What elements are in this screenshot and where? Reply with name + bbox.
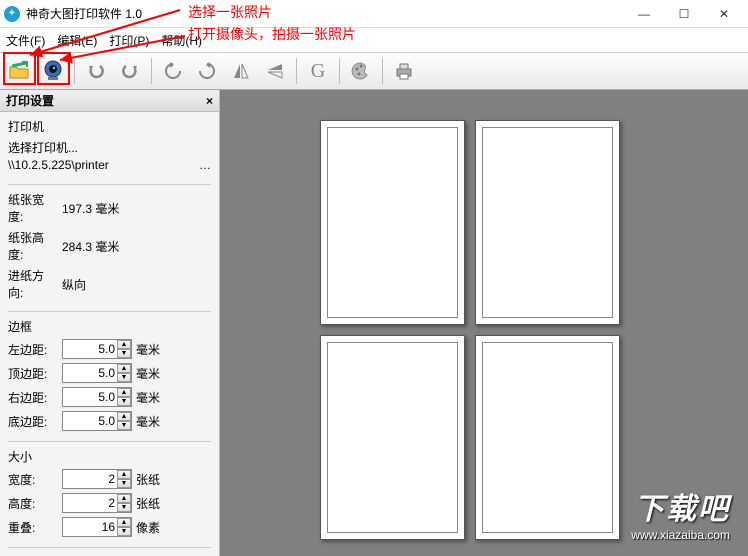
grayscale-button[interactable]: G	[303, 56, 333, 86]
preview-page-1[interactable]	[320, 120, 465, 325]
minimize-button[interactable]: —	[624, 1, 664, 27]
size-section-label: 大小	[8, 448, 211, 465]
printer-section-label: 打印机	[8, 118, 211, 135]
watermark: 下载吧 www.xiazaiba.com	[631, 484, 730, 542]
flip-v-icon	[265, 61, 285, 81]
panel-close-button[interactable]: ×	[206, 94, 213, 108]
camera-button[interactable]	[38, 56, 68, 86]
folder-open-icon	[8, 60, 30, 82]
border-section-label: 边框	[8, 318, 211, 335]
spin-up[interactable]: ▲	[117, 364, 131, 373]
right-margin-label: 右边距:	[8, 389, 58, 406]
webcam-icon	[42, 60, 64, 82]
spin-up[interactable]: ▲	[117, 388, 131, 397]
menu-edit[interactable]: 编辑(E)	[57, 32, 97, 49]
open-image-button[interactable]	[4, 56, 34, 86]
spin-down[interactable]: ▼	[117, 373, 131, 382]
overlap-label: 重叠:	[8, 519, 58, 536]
spin-up[interactable]: ▲	[117, 494, 131, 503]
preview-page-3[interactable]	[320, 335, 465, 540]
window-title: 神奇大图打印软件 1.0	[26, 5, 624, 22]
printer-icon	[394, 61, 414, 81]
menubar: 文件(F) 编辑(E) 打印(P) 帮助(H)	[0, 28, 748, 52]
palette-icon	[351, 61, 371, 81]
g-icon: G	[311, 60, 325, 83]
menu-help[interactable]: 帮助(H)	[161, 32, 202, 49]
unit-mm: 毫米	[136, 413, 160, 430]
spin-up[interactable]: ▲	[117, 518, 131, 527]
spin-down[interactable]: ▼	[117, 349, 131, 358]
redo-button[interactable]	[115, 56, 145, 86]
feed-direction-label: 进纸方向:	[8, 267, 58, 301]
paper-height-label: 纸张高度:	[8, 229, 58, 263]
watermark-url: www.xiazaiba.com	[631, 528, 730, 542]
print-settings-panel: 打印设置 × 打印机 选择打印机... \\10.2.5.225\printer…	[0, 90, 220, 556]
preview-canvas[interactable]: 下载吧 www.xiazaiba.com	[220, 90, 748, 556]
redo-icon	[120, 61, 140, 81]
spin-down[interactable]: ▼	[117, 527, 131, 536]
unit-sheets: 张纸	[136, 495, 160, 512]
spin-down[interactable]: ▼	[117, 397, 131, 406]
unit-mm: 毫米	[136, 365, 160, 382]
menu-print[interactable]: 打印(P)	[109, 32, 149, 49]
paper-width-value: 197.3 毫米	[62, 200, 119, 217]
rotate-left-icon	[163, 61, 183, 81]
rotate-right-button[interactable]	[192, 56, 222, 86]
paper-width-label: 纸张宽度:	[8, 191, 58, 225]
feed-direction-value: 纵向	[62, 276, 86, 293]
unit-mm: 毫米	[136, 341, 160, 358]
width-sheets-label: 宽度:	[8, 471, 58, 488]
menu-file[interactable]: 文件(F)	[6, 32, 45, 49]
panel-title: 打印设置	[6, 92, 54, 109]
printer-path: \\10.2.5.225\printer	[8, 158, 109, 172]
unit-pixels: 像素	[136, 519, 160, 536]
undo-button[interactable]	[81, 56, 111, 86]
unit-sheets: 张纸	[136, 471, 160, 488]
maximize-button[interactable]: ☐	[664, 1, 704, 27]
palette-button[interactable]	[346, 56, 376, 86]
spin-down[interactable]: ▼	[117, 503, 131, 512]
flip-vertical-button[interactable]	[260, 56, 290, 86]
app-icon: ✦	[4, 6, 20, 22]
preview-page-2[interactable]	[475, 120, 620, 325]
bottom-margin-label: 底边距:	[8, 413, 58, 430]
height-sheets-label: 高度:	[8, 495, 58, 512]
close-button[interactable]: ✕	[704, 1, 744, 27]
top-margin-label: 顶边距:	[8, 365, 58, 382]
spin-up[interactable]: ▲	[117, 412, 131, 421]
spin-up[interactable]: ▲	[117, 340, 131, 349]
spin-up[interactable]: ▲	[117, 470, 131, 479]
watermark-text: 下载吧	[631, 484, 730, 528]
select-printer-link[interactable]: 选择打印机...	[8, 139, 211, 156]
rotate-left-button[interactable]	[158, 56, 188, 86]
unit-mm: 毫米	[136, 389, 160, 406]
left-margin-label: 左边距:	[8, 341, 58, 358]
flip-horizontal-button[interactable]	[226, 56, 256, 86]
titlebar: ✦ 神奇大图打印软件 1.0 — ☐ ✕	[0, 0, 748, 28]
flip-h-icon	[231, 61, 251, 81]
toolbar: G	[0, 52, 748, 90]
preview-page-4[interactable]	[475, 335, 620, 540]
print-button[interactable]	[389, 56, 419, 86]
rotate-right-icon	[197, 61, 217, 81]
undo-icon	[86, 61, 106, 81]
printer-more-button[interactable]: …	[199, 158, 211, 172]
spin-down[interactable]: ▼	[117, 479, 131, 488]
paper-height-value: 284.3 毫米	[62, 238, 119, 255]
spin-down[interactable]: ▼	[117, 421, 131, 430]
